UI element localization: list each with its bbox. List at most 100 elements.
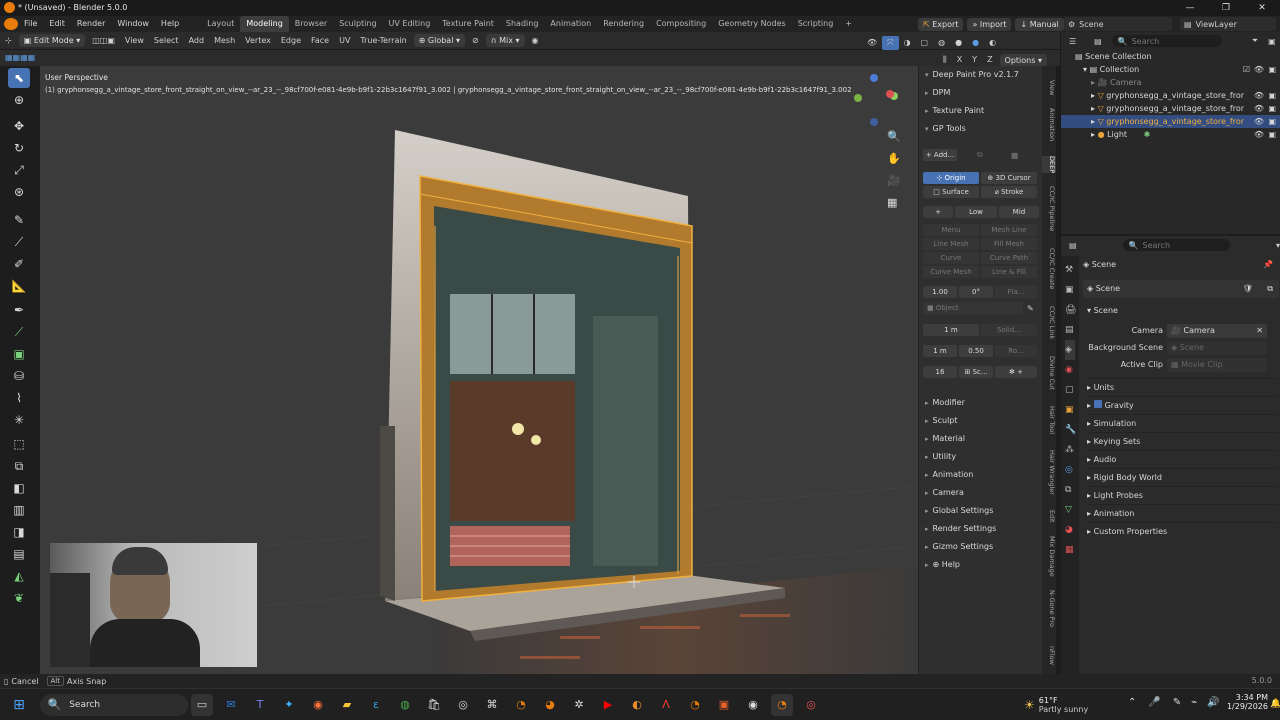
simulation-panel[interactable]: ▸ Simulation	[1087, 414, 1277, 432]
orientation-selector[interactable]: ⊕ Global ▾	[413, 34, 465, 47]
checkbox-icon[interactable]: ☑	[1243, 63, 1250, 76]
menu-uv[interactable]: UV	[334, 32, 355, 50]
select-box-icon[interactable]: ▦▦▦▦	[0, 49, 40, 67]
menu-edit[interactable]: Edit	[43, 16, 71, 32]
extrude-tool-icon[interactable]: ▣	[8, 344, 30, 364]
gizmo-icon[interactable]: ⤧	[882, 36, 899, 50]
deep-paint-header[interactable]: ▾ Deep Paint Pro v2.1.7	[919, 66, 1042, 84]
cursor-tool-icon[interactable]: ⊕	[8, 90, 30, 110]
proportional-edit-icon[interactable]: ◉	[527, 32, 544, 50]
poly-build-icon[interactable]: ◨	[8, 522, 30, 542]
stroke-toggle[interactable]: ⌀ Stroke	[981, 186, 1037, 198]
file-explorer-icon[interactable]: ▰	[336, 694, 358, 716]
vtab-cc-pipeline[interactable]: CC/IC Pipeline	[1042, 186, 1056, 231]
task-view-icon[interactable]: ▭	[191, 693, 213, 716]
zoom-icon[interactable]: 🔍	[887, 130, 903, 152]
texture-paint-section[interactable]: ▸ Texture Paint	[919, 102, 1042, 120]
vtab-cc-link[interactable]: CC/IC Link	[1042, 306, 1056, 339]
vtab-animation[interactable]: Animation	[1042, 108, 1056, 141]
camera-restrict-icon[interactable]: ▣	[1268, 102, 1276, 115]
select-tool-icon[interactable]: ⬉	[8, 68, 30, 88]
store-icon[interactable]: 🛍	[423, 694, 445, 716]
copilot-icon[interactable]: ✦	[278, 694, 300, 716]
dropdown-icon[interactable]: ▾	[1276, 241, 1280, 250]
keying-sets-panel[interactable]: ▸ Keying Sets	[1087, 432, 1277, 450]
edge-icon[interactable]: ε	[365, 694, 387, 716]
import-button[interactable]: » Import	[967, 17, 1012, 31]
collection-row[interactable]: ▾ ▤ Collection ☑ 👁 ▣	[1061, 63, 1280, 76]
line-mesh-button[interactable]: Line Mesh	[923, 238, 979, 250]
section-render-settings[interactable]: ▸ Render Settings	[919, 520, 1043, 538]
editor-type-icon[interactable]: ⊹	[0, 32, 17, 50]
export-button[interactable]: ⇱ Export	[918, 17, 964, 31]
annotate-tool-icon[interactable]: ✎	[8, 210, 30, 230]
recorder-icon[interactable]: ◎	[800, 694, 822, 716]
plus-button[interactable]: +	[923, 206, 953, 218]
youtube-icon[interactable]: ▶	[597, 694, 619, 716]
section-animation[interactable]: ▸ Animation	[919, 466, 1043, 484]
teams-icon[interactable]: T	[249, 694, 271, 716]
section-global-settings[interactable]: ▸ Global Settings	[919, 502, 1043, 520]
cursor-toggle[interactable]: ⊕ 3D Cursor	[981, 172, 1037, 184]
audio-panel[interactable]: ▸ Audio	[1087, 450, 1277, 468]
menu-file[interactable]: File	[18, 16, 43, 32]
light-probes-panel[interactable]: ▸ Light Probes	[1087, 486, 1277, 504]
cube-add-icon[interactable]: ⬚	[8, 434, 30, 454]
angle-field[interactable]: 0°	[959, 286, 993, 298]
animation-panel[interactable]: ▸ Animation	[1087, 504, 1277, 522]
object-tab-icon[interactable]: ▣	[1065, 400, 1075, 420]
windows-start-icon[interactable]: ⊞	[8, 694, 30, 716]
add-dropdown[interactable]: + Add...	[923, 149, 957, 161]
close-button[interactable]: ✕	[1244, 0, 1280, 16]
fake-user-icon[interactable]: 🛡	[1243, 280, 1253, 298]
shear-tool-icon[interactable]: ◭	[8, 566, 30, 586]
section-camera[interactable]: ▸ Camera	[919, 484, 1043, 502]
mode-selector[interactable]: ▣ Edit Mode ▾	[18, 34, 86, 47]
section-utility[interactable]: ▸ Utility	[919, 448, 1043, 466]
menu-mesh[interactable]: Mesh	[209, 32, 240, 50]
ro-button[interactable]: Ro...	[995, 345, 1037, 357]
snow-plus-button[interactable]: ✻ +	[995, 366, 1037, 378]
camera-restrict-icon[interactable]: ▣	[1268, 115, 1276, 128]
tab-modeling[interactable]: Modeling	[240, 16, 289, 32]
rotate-tool-icon[interactable]: ↻	[8, 138, 30, 158]
line-tool-icon[interactable]: ⟋	[8, 322, 30, 342]
firefox-dev-icon[interactable]: ◐	[626, 694, 648, 716]
viewlayer-selector[interactable]: ▤ ViewLayer	[1180, 17, 1276, 31]
vtab-mix-damage[interactable]: Mix Damage	[1042, 536, 1056, 577]
filter-mode-icon[interactable]: ▤	[1094, 37, 1102, 46]
material-tab-icon[interactable]: ◕	[1065, 520, 1075, 540]
annotate-line-icon[interactable]: ⟋	[8, 232, 30, 252]
outliner-search[interactable]: 🔍 Search	[1111, 35, 1222, 47]
custom-properties-panel[interactable]: ▸ Custom Properties	[1087, 522, 1277, 540]
taskbar-search[interactable]: 🔍 Search	[39, 693, 188, 716]
new-collection-icon[interactable]: ▣	[1268, 37, 1276, 46]
slack-icon[interactable]: ✲	[568, 694, 590, 716]
strength-field[interactable]: 1.00	[923, 286, 957, 298]
pan-hand-icon[interactable]: ✋	[887, 152, 903, 174]
copy-icon[interactable]: ⧉	[977, 150, 983, 160]
add-workspace-icon[interactable]: +	[839, 16, 858, 32]
outlook-icon[interactable]: ✉	[220, 694, 242, 716]
outliner-item-store-2[interactable]: ▸ ▽ gryphonsegg_a_vintage_store_fror 👁 ▣	[1061, 102, 1280, 115]
output-tab-icon[interactable]: 🖨	[1065, 300, 1076, 320]
eye-icon[interactable]: 👁	[1254, 128, 1264, 141]
clock[interactable]: 3:34 PM 1/29/2026	[1220, 693, 1268, 711]
world-tab-icon[interactable]: ◉	[1065, 360, 1075, 380]
github-icon[interactable]: ◎	[452, 694, 474, 716]
camera-field[interactable]: 🎥 Camera ✕	[1167, 324, 1267, 338]
tab-rendering[interactable]: Rendering	[597, 16, 650, 32]
particles-tab-icon[interactable]: ⁂	[1065, 440, 1075, 460]
tab-browser[interactable]: Browser	[289, 16, 333, 32]
vtab-nflow[interactable]: nFlow	[1042, 646, 1056, 665]
blender-menu-icon[interactable]	[4, 18, 18, 30]
menu-button[interactable]: Menu	[923, 224, 979, 236]
render-tab-icon[interactable]: ▣	[1065, 280, 1075, 300]
tab-animation[interactable]: Animation	[544, 16, 597, 32]
rigid-body-panel[interactable]: ▸ Rigid Body World	[1087, 468, 1277, 486]
factor-field[interactable]: 0.50	[959, 345, 993, 357]
origin-toggle[interactable]: ⊹ Origin	[923, 172, 979, 184]
microphone-icon[interactable]: 🎤	[1148, 697, 1160, 708]
vtab-divine-cut[interactable]: Divine Cut	[1042, 356, 1056, 390]
maximize-button[interactable]: ❐	[1208, 0, 1244, 16]
